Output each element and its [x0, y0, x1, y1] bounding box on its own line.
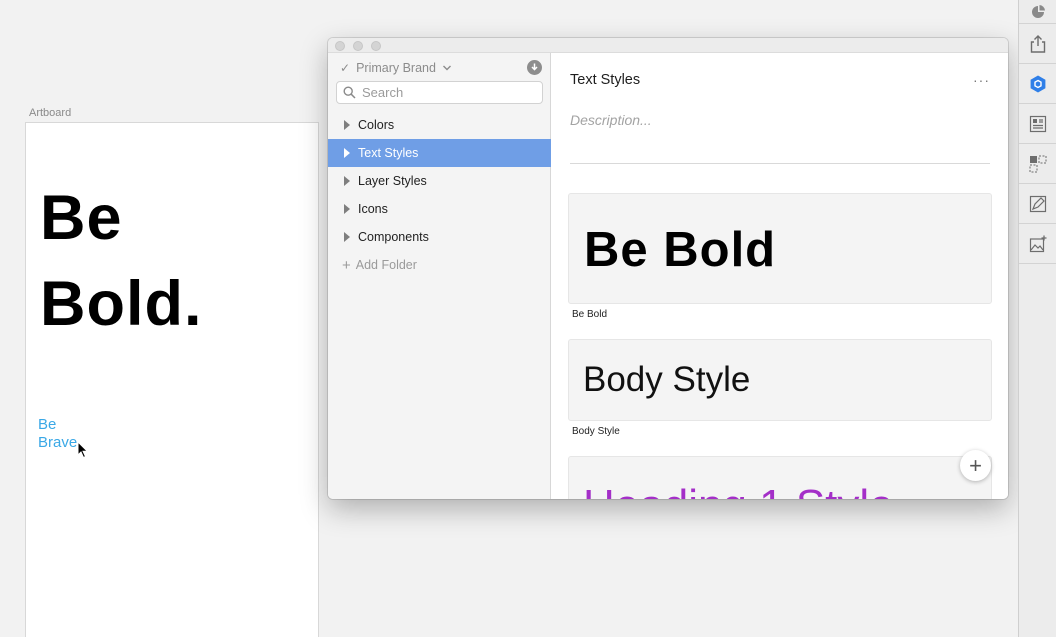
tree-item-text-styles[interactable]: Text Styles: [328, 139, 551, 167]
download-icon: [531, 63, 538, 71]
download-library-button[interactable]: [527, 60, 542, 75]
toolbar-export-button[interactable]: [1019, 24, 1056, 64]
libraries-hexagon-icon: [1030, 75, 1045, 92]
divider: [570, 163, 990, 164]
toolbar-transform-button[interactable]: [1019, 184, 1056, 224]
be-bold-heading[interactable]: Be Bold.: [40, 175, 202, 347]
tree-item-label: Icons: [358, 202, 388, 216]
panel-title[interactable]: Text Styles: [570, 72, 640, 88]
more-options-button[interactable]: ···: [973, 72, 990, 88]
disclosure-triangle-icon[interactable]: [344, 148, 350, 158]
pen-transform-icon: [1029, 195, 1046, 212]
search-input[interactable]: [362, 85, 532, 100]
tree-item-label: Colors: [358, 118, 395, 132]
toolbar-layout-button[interactable]: [1019, 104, 1056, 144]
share-icon: [1030, 34, 1045, 53]
close-window-button[interactable]: [335, 41, 345, 51]
text-styles-panel: Text Styles ··· Description... Be Bold B…: [552, 53, 1008, 499]
library-sidebar: ✓ Primary Brand Colors: [328, 53, 551, 499]
toolbar-components-button[interactable]: [1019, 144, 1056, 184]
tree-item-components[interactable]: Components: [328, 223, 551, 251]
search-icon: [343, 86, 356, 99]
window-titlebar[interactable]: [328, 38, 1008, 53]
plus-icon: +: [342, 256, 351, 274]
style-preview: Heading 1 Style: [583, 481, 894, 499]
tree-item-colors[interactable]: Colors: [328, 111, 551, 139]
tree-item-label: Text Styles: [358, 146, 419, 160]
style-label: Body Style: [572, 426, 620, 437]
tree-item-icons[interactable]: Icons: [328, 195, 551, 223]
library-window: ✓ Primary Brand Colors: [328, 38, 1008, 499]
disclosure-triangle-icon[interactable]: [344, 120, 350, 130]
tree-item-label: Components: [358, 230, 429, 244]
folder-tree: Colors Text Styles Layer Styles Icons Co…: [328, 111, 551, 279]
toolbar-pie-button[interactable]: [1019, 0, 1056, 24]
add-folder-label: Add Folder: [355, 258, 417, 272]
zoom-window-button[interactable]: [371, 41, 381, 51]
components-grid-icon: [1029, 155, 1046, 172]
heading-line-2: Bold.: [40, 269, 203, 339]
text-style-card-body[interactable]: Body Style: [568, 339, 992, 421]
library-name: Primary Brand: [356, 61, 436, 75]
tree-item-layer-styles[interactable]: Layer Styles: [328, 167, 551, 195]
brave-line-1: Be: [38, 416, 57, 433]
disclosure-triangle-icon[interactable]: [344, 176, 350, 186]
toolbar-libraries-button[interactable]: [1019, 64, 1056, 104]
right-toolbar: [1018, 0, 1056, 637]
layout-list-icon: [1029, 115, 1046, 132]
artboard-label[interactable]: Artboard: [29, 107, 71, 119]
add-text-style-button[interactable]: +: [960, 450, 991, 481]
disclosure-triangle-icon[interactable]: [344, 232, 350, 242]
pie-chart-icon: [1031, 4, 1045, 18]
artboard[interactable]: Be Bold. Be Brave: [26, 123, 318, 637]
add-image-icon: [1029, 235, 1046, 252]
style-preview: Be Bold: [584, 223, 777, 277]
brave-line-2: Brave: [38, 434, 78, 451]
checkmark-icon: ✓: [340, 61, 351, 75]
style-label: Be Bold: [572, 309, 608, 320]
library-selector[interactable]: ✓ Primary Brand: [340, 60, 452, 76]
text-style-card-heading-1[interactable]: Heading 1 Style: [568, 456, 992, 499]
toolbar-add-image-button[interactable]: [1019, 224, 1056, 264]
chevron-down-icon: [442, 65, 451, 71]
minimize-window-button[interactable]: [353, 41, 363, 51]
tree-item-label: Layer Styles: [358, 174, 427, 188]
mouse-cursor-icon: [77, 441, 89, 459]
be-brave-text[interactable]: Be Brave: [38, 416, 77, 452]
disclosure-triangle-icon[interactable]: [344, 204, 350, 214]
heading-line-1: Be: [40, 183, 123, 253]
add-folder-button[interactable]: + Add Folder: [328, 251, 551, 279]
style-preview: Body Style: [583, 360, 751, 399]
description-field[interactable]: Description...: [570, 112, 652, 128]
text-style-card-be-bold[interactable]: Be Bold: [568, 193, 992, 304]
search-field[interactable]: [336, 81, 543, 104]
